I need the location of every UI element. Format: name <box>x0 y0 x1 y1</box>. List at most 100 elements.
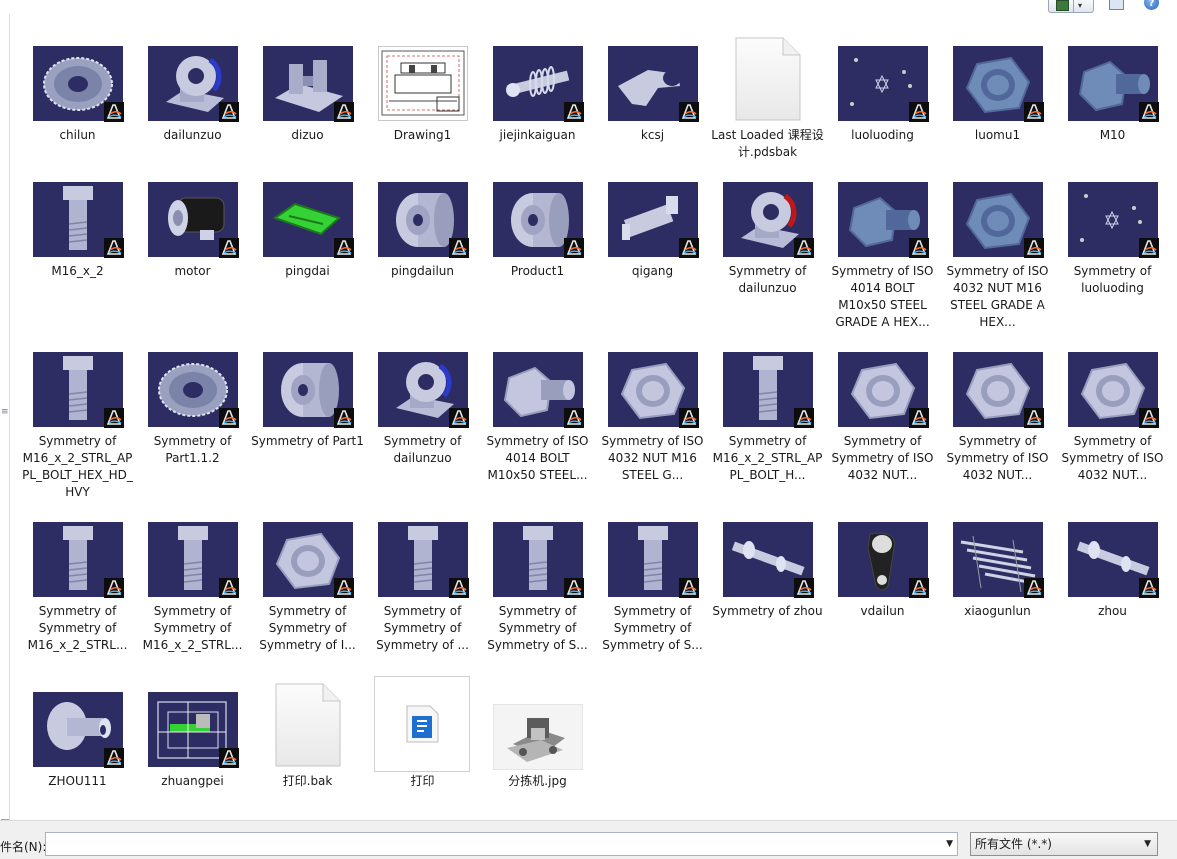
part-thumbnail <box>263 510 354 600</box>
catia-3ds-logo-icon <box>564 102 584 122</box>
part-thumbnail <box>608 34 699 124</box>
part-thumbnail <box>378 340 469 430</box>
part-thumbnail <box>953 510 1044 600</box>
preview-pane-button[interactable] <box>1109 0 1124 10</box>
file-label: Symmetry of M16_x_2_STRL_APPL_BOLT_H... <box>712 434 823 482</box>
chevron-down-icon[interactable]: ▼ <box>946 839 953 849</box>
file-label: M10 <box>1099 128 1126 142</box>
part-thumbnail <box>148 170 239 260</box>
catia-3ds-logo-icon <box>449 238 469 258</box>
document-icon <box>275 683 341 767</box>
file-label: Last Loaded 课程设计.pdsbak <box>711 128 824 159</box>
catia-3ds-logo-icon <box>1139 578 1159 598</box>
catia-3ds-logo-icon <box>104 748 124 768</box>
catia-3ds-logo-icon <box>679 102 699 122</box>
catia-3ds-logo-icon <box>794 408 814 428</box>
catia-3ds-logo-icon <box>909 238 929 258</box>
part-thumbnail <box>263 170 354 260</box>
file-label: motor <box>174 264 211 278</box>
file-label: Symmetry of Symmetry of M16_x_2_STRL... <box>27 604 128 652</box>
document-icon <box>735 37 801 121</box>
catia-3ds-logo-icon <box>1139 102 1159 122</box>
part-thumbnail <box>33 170 124 260</box>
catia-3ds-logo-icon <box>909 408 929 428</box>
part-thumbnail <box>493 340 584 430</box>
navigation-pane-edge: ≡ <box>0 14 10 827</box>
part-thumbnail <box>723 510 814 600</box>
drawing-thumbnail <box>378 34 468 124</box>
file-label: Symmetry of ISO 4032 NUT M16 STEEL GRADE… <box>946 264 1049 329</box>
catia-3ds-logo-icon <box>219 748 239 768</box>
change-view-button[interactable]: ▾ <box>1048 0 1094 13</box>
catia-3ds-logo-icon <box>1139 408 1159 428</box>
part-thumbnail <box>148 510 239 600</box>
part-thumbnail <box>608 170 699 260</box>
splitter-grip-icon[interactable]: ≡ <box>1 408 9 417</box>
catia-3ds-logo-icon <box>334 102 354 122</box>
part-thumbnail <box>263 34 354 124</box>
file-label: jiejinkaiguan <box>499 128 576 142</box>
catia-3ds-logo-icon <box>104 408 124 428</box>
part-thumbnail <box>33 680 124 770</box>
catia-3ds-logo-icon <box>104 578 124 598</box>
file-label: luoluoding <box>851 128 914 142</box>
filetype-value: 所有文件 (*.*) <box>975 837 1052 851</box>
catia-3ds-logo-icon <box>794 238 814 258</box>
filetype-select[interactable]: 所有文件 (*.*) ▼ <box>970 832 1158 856</box>
file-label: Symmetry of Symmetry of M16_x_2_STRL... <box>142 604 243 652</box>
file-label: 分拣机.jpg <box>508 774 567 788</box>
catia-3ds-logo-icon <box>104 102 124 122</box>
file-label: 打印 <box>410 774 435 788</box>
catia-3ds-logo-icon <box>679 408 699 428</box>
part-thumbnail <box>838 510 929 600</box>
file-label: pingdailun <box>390 264 455 278</box>
catia-3ds-logo-icon <box>219 238 239 258</box>
catia-3ds-logo-icon <box>334 408 354 428</box>
part-thumbnail <box>953 34 1044 124</box>
catia-3ds-logo-icon <box>679 578 699 598</box>
part-thumbnail <box>493 34 584 124</box>
part-thumbnail <box>378 170 469 260</box>
file-label: Symmetry of Symmetry of Symmetry of ... <box>376 604 469 652</box>
file-label: 打印.bak <box>282 774 333 788</box>
part-thumbnail <box>378 510 469 600</box>
file-label: Symmetry of luoluoding <box>1073 264 1152 295</box>
catia-3ds-logo-icon <box>909 102 929 122</box>
file-label: zhou <box>1098 604 1127 618</box>
file-label: dailunzuo <box>163 128 222 142</box>
catia-3ds-logo-icon <box>794 578 814 598</box>
part-thumbnail <box>148 34 239 124</box>
file-label: Symmetry of Symmetry of ISO 4032 NUT... <box>1061 434 1164 482</box>
file-label: Symmetry of M16_x_2_STRL_APPL_BOLT_HEX_H… <box>22 434 133 499</box>
catia-3ds-logo-icon <box>334 578 354 598</box>
file-label: Symmetry of dailunzuo <box>383 434 462 465</box>
file-label: Symmetry of ISO 4032 NUT M16 STEEL G... <box>601 434 704 482</box>
catia-3ds-logo-icon <box>1024 408 1044 428</box>
catia-3ds-logo-icon <box>334 238 354 258</box>
part-thumbnail <box>608 510 699 600</box>
file-label: Product1 <box>510 264 565 278</box>
help-icon[interactable]: ? <box>1144 0 1159 10</box>
catia-3ds-logo-icon <box>1139 238 1159 258</box>
catia-3ds-logo-icon <box>1024 238 1044 258</box>
filename-input[interactable]: ▼ <box>45 832 958 856</box>
part-thumbnail <box>838 34 929 124</box>
part-thumbnail <box>1068 340 1159 430</box>
catia-3ds-logo-icon <box>909 578 929 598</box>
part-thumbnail <box>838 340 929 430</box>
file-label: dizuo <box>291 128 324 142</box>
file-label: Symmetry of dailunzuo <box>728 264 807 295</box>
catia-3ds-logo-icon <box>1024 102 1044 122</box>
part-thumbnail <box>608 340 699 430</box>
file-label: Symmetry of Symmetry of ISO 4032 NUT... <box>831 434 934 482</box>
part-thumbnail <box>148 680 239 770</box>
file-label: Symmetry of Symmetry of Symmetry of S... <box>602 604 703 652</box>
part-thumbnail <box>723 340 814 430</box>
catia-3ds-logo-icon <box>564 408 584 428</box>
file-label: Symmetry of zhou <box>712 604 823 618</box>
part-thumbnail <box>723 170 814 260</box>
part-thumbnail <box>33 340 124 430</box>
catia-3ds-logo-icon <box>679 238 699 258</box>
chevron-down-icon[interactable]: ▾ <box>1078 1 1082 10</box>
part-thumbnail <box>493 510 584 600</box>
